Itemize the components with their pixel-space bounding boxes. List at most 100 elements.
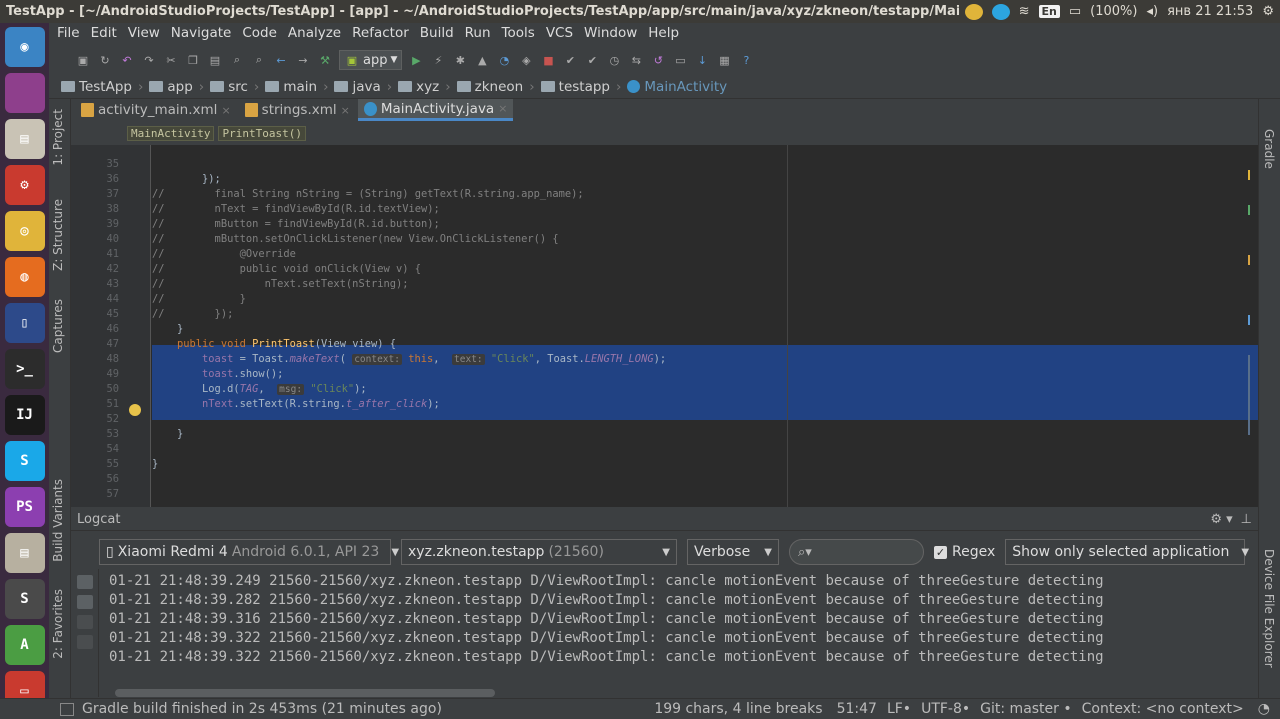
logcat-output[interactable]: 01-21 21:48:39.249 21560-21560/xyz.zkneo… bbox=[109, 572, 1249, 667]
vcs-revert-icon[interactable]: ↺ bbox=[650, 52, 666, 68]
tool-tab-device-file-explorer[interactable]: Device File Explorer bbox=[1262, 549, 1276, 668]
menu-view[interactable]: View bbox=[128, 25, 160, 41]
android-studio-icon[interactable]: A bbox=[4, 625, 45, 665]
drawer-icon[interactable]: ▤ bbox=[4, 533, 45, 573]
wifi-icon[interactable]: ≋ bbox=[1019, 4, 1030, 19]
breadcrumb-item[interactable]: src bbox=[210, 79, 248, 95]
up-icon[interactable] bbox=[76, 615, 93, 629]
close-icon[interactable]: × bbox=[341, 104, 350, 117]
menu-edit[interactable]: Edit bbox=[91, 25, 117, 41]
git-branch[interactable]: Git: master • bbox=[980, 701, 1071, 717]
clear-logcat-icon[interactable] bbox=[76, 575, 93, 589]
volume-icon[interactable]: ◂) bbox=[1146, 4, 1158, 19]
cut-icon[interactable]: ✂ bbox=[163, 52, 179, 68]
profile-icon[interactable]: ◔ bbox=[496, 52, 512, 68]
sublime-icon[interactable]: S bbox=[4, 579, 45, 619]
code-line[interactable]: 53 } bbox=[71, 427, 1258, 442]
change-stripe[interactable] bbox=[1248, 205, 1250, 215]
chrome-tray-icon[interactable] bbox=[964, 3, 983, 20]
replace-icon[interactable]: ⌕ bbox=[251, 52, 267, 68]
breadcrumb-item[interactable]: testapp bbox=[540, 79, 610, 95]
logcat-horizontal-scrollbar[interactable] bbox=[115, 689, 495, 697]
sync-icon[interactable]: ↻ bbox=[97, 52, 113, 68]
menu-navigate[interactable]: Navigate bbox=[171, 25, 232, 41]
sdk-manager-icon[interactable]: ↓ bbox=[694, 52, 710, 68]
telegram-tray-icon[interactable] bbox=[991, 3, 1010, 20]
code-line[interactable]: 47 public void PrintToast(View view) { bbox=[71, 337, 1258, 352]
lightbulb-icon[interactable] bbox=[129, 404, 141, 416]
menu-refactor[interactable]: Refactor bbox=[352, 25, 409, 41]
menu-window[interactable]: Window bbox=[584, 25, 637, 41]
logcat-search[interactable]: ⌕▾ bbox=[789, 539, 924, 565]
back-icon[interactable]: ← bbox=[273, 52, 289, 68]
warning-stripe[interactable] bbox=[1248, 170, 1250, 180]
apply-changes-icon[interactable]: ⚡ bbox=[430, 52, 446, 68]
skype-icon[interactable]: S bbox=[4, 441, 45, 481]
hide-icon[interactable]: ⊥ bbox=[1241, 512, 1252, 527]
code-editor[interactable]: 35 36 }); 37// final String nString = (Str… bbox=[71, 145, 1258, 507]
code-line[interactable]: 35 bbox=[71, 157, 1258, 172]
terminal-icon[interactable]: >_ bbox=[4, 349, 45, 389]
process-combo[interactable]: xyz.zkneon.testapp (21560) ▼ bbox=[401, 539, 677, 565]
vcs-history-icon[interactable]: ◷ bbox=[606, 52, 622, 68]
menu-vcs[interactable]: VCS bbox=[546, 25, 573, 41]
regex-checkbox[interactable]: ✓ Regex bbox=[934, 544, 995, 560]
vcs-update-icon[interactable]: ✔ bbox=[562, 52, 578, 68]
gear-icon[interactable]: ⚙ ▾ bbox=[1210, 512, 1232, 527]
code-line[interactable]: 49 toast.show(); bbox=[71, 367, 1258, 382]
menu-help[interactable]: Help bbox=[648, 25, 679, 41]
crumb-class[interactable]: MainActivity bbox=[127, 125, 215, 141]
inspector-icon[interactable]: ◔ bbox=[1258, 701, 1270, 717]
coverage-icon[interactable]: ▲ bbox=[474, 52, 490, 68]
clock[interactable]: янв 21 21:53 bbox=[1167, 4, 1253, 19]
breadcrumb-item[interactable]: java bbox=[334, 79, 381, 95]
ubuntu-icon[interactable]: ◉ bbox=[4, 27, 45, 67]
menu-analyze[interactable]: Analyze bbox=[288, 25, 341, 41]
chrome-icon[interactable]: ◎ bbox=[4, 211, 45, 251]
menu-build[interactable]: Build bbox=[420, 25, 454, 41]
code-line[interactable]: 56 bbox=[71, 472, 1258, 487]
change-stripe[interactable] bbox=[1248, 255, 1250, 265]
debug-icon[interactable]: ✱ bbox=[452, 52, 468, 68]
context-info[interactable]: Context: <no context> bbox=[1082, 701, 1244, 717]
tool-tab-structure[interactable]: Z: Structure bbox=[51, 199, 65, 271]
tool-tab-gradle[interactable]: Gradle bbox=[1262, 129, 1276, 169]
intellij-icon[interactable]: IJ bbox=[4, 395, 45, 435]
attach-debugger-icon[interactable]: ◈ bbox=[518, 52, 534, 68]
breadcrumb-item[interactable]: main bbox=[265, 79, 317, 95]
vcs-compare-icon[interactable]: ⇆ bbox=[628, 52, 644, 68]
file-encoding[interactable]: UTF-8• bbox=[921, 701, 970, 717]
caret-position[interactable]: 51:47 bbox=[837, 701, 877, 717]
tool-tab-project[interactable]: 1: Project bbox=[51, 109, 65, 166]
log-line[interactable]: 01-21 21:48:39.316 21560-21560/xyz.zkneo… bbox=[109, 610, 1249, 629]
close-icon[interactable]: × bbox=[221, 104, 230, 117]
tab-strings-xml[interactable]: strings.xml × bbox=[239, 99, 356, 121]
log-line[interactable]: 01-21 21:48:39.282 21560-21560/xyz.zkneo… bbox=[109, 591, 1249, 610]
code-line[interactable]: 52 bbox=[71, 412, 1258, 427]
gear-icon[interactable]: ⚙ bbox=[1262, 4, 1274, 19]
code-line[interactable]: 51 nText.setText(R.string.t_after_click)… bbox=[71, 397, 1258, 412]
code-line[interactable]: 45 // }); bbox=[71, 307, 1258, 322]
menu-code[interactable]: Code bbox=[242, 25, 277, 41]
editor-scroll-thumb[interactable] bbox=[1248, 355, 1250, 435]
phpstorm-icon[interactable]: PS bbox=[4, 487, 45, 527]
battery-level[interactable]: (100%) bbox=[1090, 4, 1137, 19]
log-line[interactable]: 01-21 21:48:39.322 21560-21560/xyz.zkneo… bbox=[109, 648, 1249, 667]
scroll-to-end-icon[interactable] bbox=[76, 595, 93, 609]
tool-tab-favorites[interactable]: 2: Favorites bbox=[51, 589, 65, 659]
breadcrumb-item[interactable]: MainActivity bbox=[627, 79, 727, 95]
line-separator[interactable]: LF• bbox=[887, 701, 911, 717]
forward-icon[interactable]: → bbox=[295, 52, 311, 68]
stop-icon[interactable]: ■ bbox=[540, 52, 556, 68]
run-config-combo[interactable]: ▣ app ▼ bbox=[339, 50, 403, 70]
find-icon[interactable]: ⌕ bbox=[229, 52, 245, 68]
close-icon[interactable]: × bbox=[498, 102, 507, 115]
tool-tab-captures[interactable]: Captures bbox=[51, 299, 65, 353]
filter-combo[interactable]: Show only selected application ▼ bbox=[1005, 539, 1249, 565]
code-line[interactable]: 48 toast = Toast.makeText( context: this… bbox=[71, 352, 1258, 367]
code-line[interactable]: 38 // nText = findViewById(R.id.textView)… bbox=[71, 202, 1258, 217]
code-line[interactable]: 39 // mButton = findViewById(R.id.button)… bbox=[71, 217, 1258, 232]
undo-icon[interactable]: ↶ bbox=[119, 52, 135, 68]
redo-icon[interactable]: ↷ bbox=[141, 52, 157, 68]
files-icon[interactable] bbox=[4, 73, 45, 113]
